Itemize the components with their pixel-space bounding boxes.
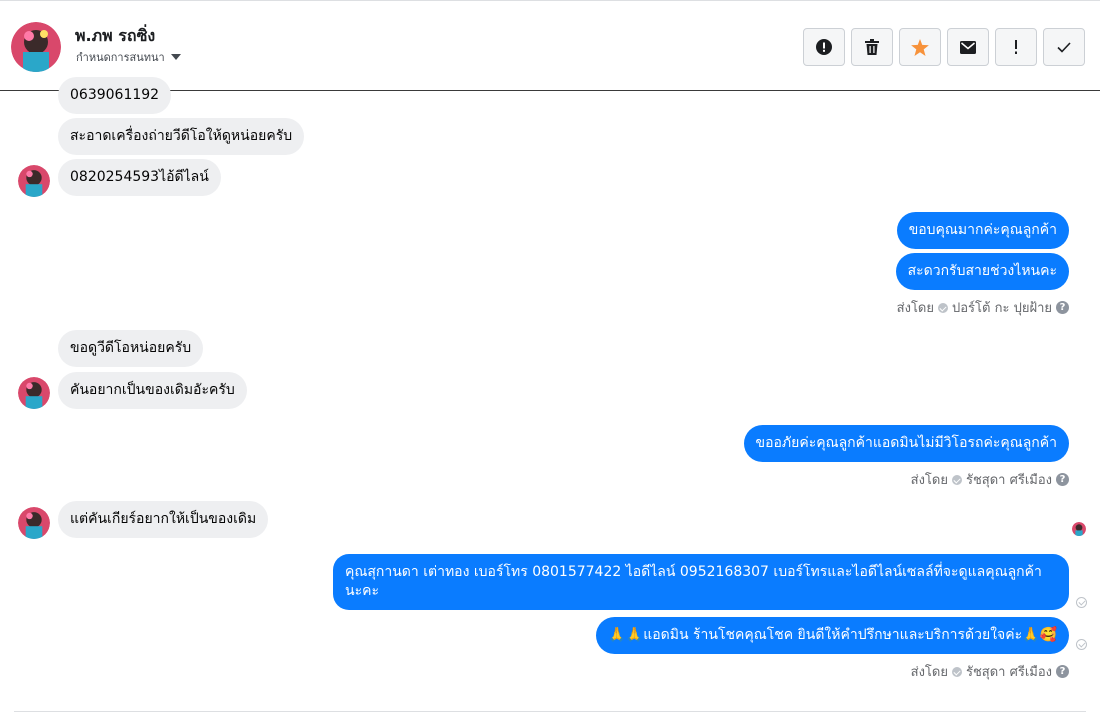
sender-name: รัชสุดา ศรีเมือง [965,665,1052,680]
incoming-message[interactable]: 0820254593ไอ้ดีไลน์ [58,159,221,196]
mark-unread-button[interactable] [947,28,989,66]
sent-by-label: ส่งโดย [910,473,948,488]
sent-by-info: ส่งโดย รัชสุดา ศรีเมือง ? [911,469,1069,490]
help-icon[interactable]: ? [1056,665,1069,678]
outgoing-message[interactable]: คุณสุกานดา เต่าทอง เบอร์โทร 0801577422 ไ… [333,554,1069,610]
mark-done-button[interactable] [1043,28,1085,66]
incoming-message[interactable]: สะอาดเครื่องถ่ายวีดีโอให้ดูหน่อยครับ [58,118,305,155]
contact-avatar[interactable] [11,22,61,72]
incoming-message[interactable]: ขอดูวีดีโอหน่อยครับ [58,330,204,367]
exclamation-icon [1015,40,1017,54]
sent-check-icon [951,474,962,485]
help-icon[interactable]: ? [1056,473,1069,486]
conversation-toolbar [803,28,1085,66]
outgoing-message[interactable]: สะดวกรับสายช่วงไหนคะ [895,253,1069,290]
sent-by-info: ส่งโดย รัชสุดา ศรีเมือง ? [911,661,1069,682]
conversation-window: พ.ภพ รถซิ่ง กำหนดการสนทนา 0639061192 สะอ… [0,0,1100,714]
star-icon [911,38,929,56]
outgoing-message[interactable]: 🙏🙏แอดมิน ร้านโชคคุณโชค ยินดีให้คำปรึกษาแ… [596,617,1069,654]
alert-circle-icon [816,39,832,55]
seen-avatar [1072,522,1086,536]
contact-name[interactable]: พ.ภพ รถซิ่ง [75,24,155,49]
sent-by-label: ส่งโดย [910,665,948,680]
sender-name: ปอร์โต้ กะ ปุยฝ้าย [952,301,1052,316]
schedule-label: กำหนดการสนทนา [76,51,165,64]
sent-check-icon [951,666,962,677]
contact-avatar-small [18,165,50,197]
contact-avatar-small [18,507,50,539]
sent-check-icon [938,302,948,313]
outgoing-message[interactable]: ขออภัยค่ะคุณลูกค้าแอดมินไม่มีวิโอรถค่ะคุ… [743,425,1069,462]
sender-name: รัชสุดา ศรีเมือง [965,473,1052,488]
caret-down-icon [170,54,181,60]
sent-by-info: ส่งโดย ปอร์โต้ กะ ปุยฝ้าย ? [897,297,1069,318]
incoming-message[interactable]: แต่คันเกียร์อยากให้เป็นของเดิม [58,501,269,538]
outgoing-message[interactable]: ขอบคุณมากค่ะคุณลูกค้า [896,212,1069,249]
sent-by-label: ส่งโดย [896,301,934,316]
follow-up-button[interactable] [995,28,1037,66]
conversation-header: พ.ภพ รถซิ่ง กำหนดการสนทนา [0,0,1100,91]
incoming-message[interactable]: 0639061192 [58,77,172,114]
help-icon[interactable]: ? [1056,301,1069,314]
contact-avatar-small [18,377,50,409]
trash-icon [865,39,879,55]
delete-button[interactable] [851,28,893,66]
mark-spam-button[interactable] [803,28,845,66]
delivered-status-icon [1076,639,1087,650]
check-icon [1057,41,1071,53]
star-button[interactable] [899,28,941,66]
envelope-icon [960,40,976,54]
incoming-message[interactable]: คันอยากเป็นของเดิมอัะครับ [58,372,247,409]
delivered-status-icon [1076,597,1087,608]
composer-divider [14,711,1086,712]
conversation-schedule-dropdown[interactable]: กำหนดการสนทนา [76,48,181,66]
